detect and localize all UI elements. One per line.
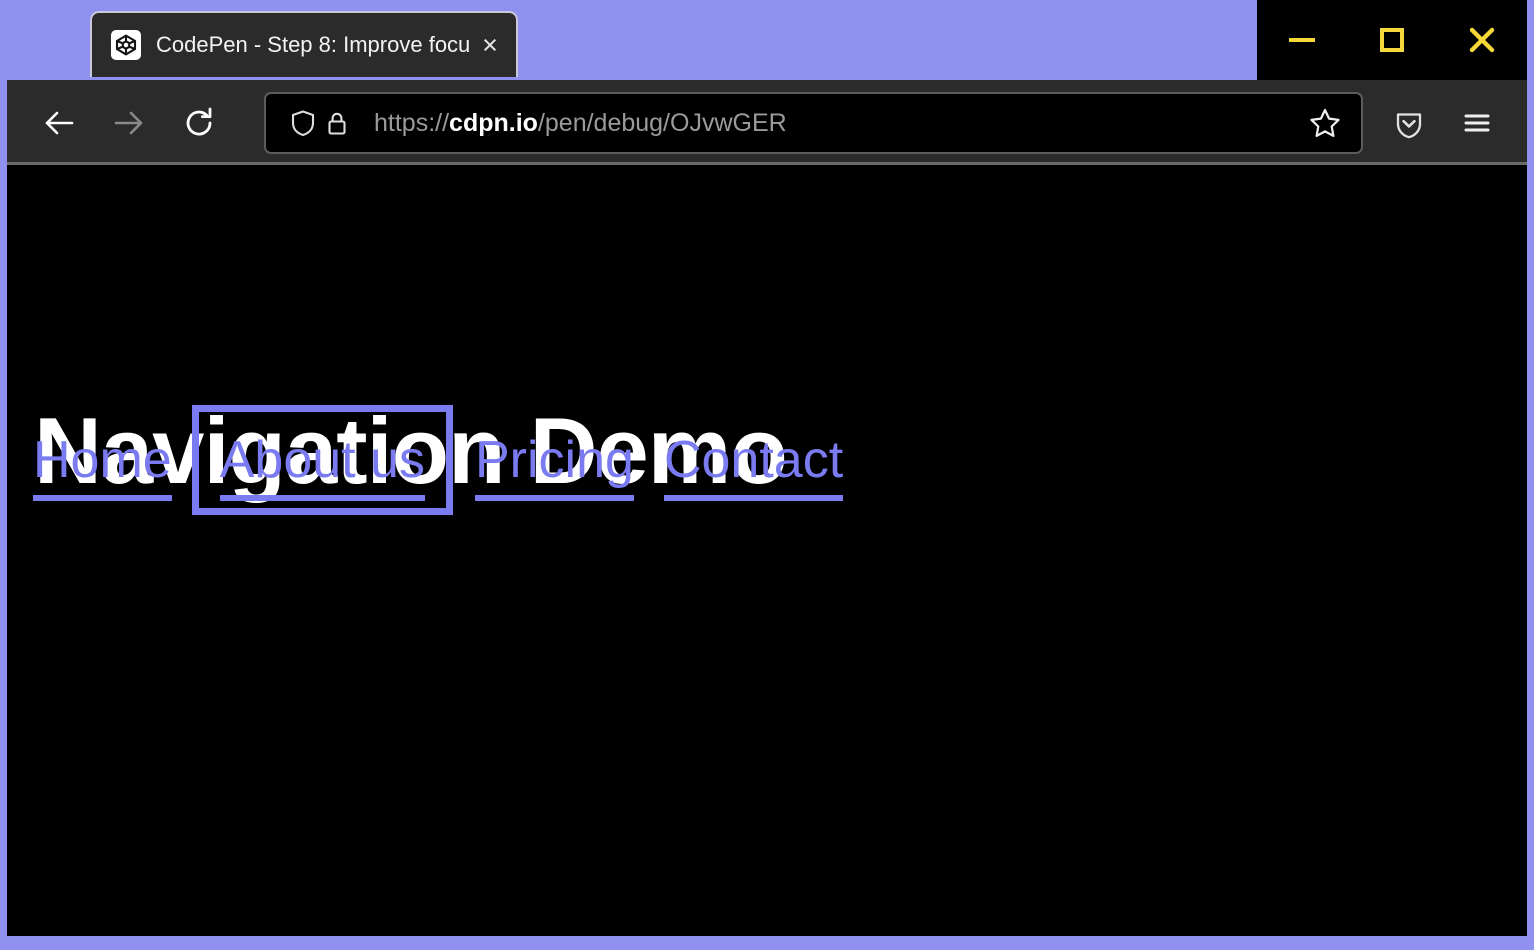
url-bar[interactable]: https://cdpn.io/pen/debug/OJvwGER [264, 92, 1363, 154]
nav-link-pricing[interactable]: Pricing [471, 429, 638, 491]
pocket-icon [1392, 106, 1426, 140]
url-path: /pen/debug/OJvwGER [538, 109, 787, 137]
tab-close-icon[interactable]: × [470, 23, 510, 67]
minimize-icon [1289, 38, 1315, 42]
maximize-icon [1380, 28, 1404, 52]
url-scheme: https:// [374, 109, 449, 137]
browser-window: CodePen - Step 8: Improve focus × + [0, 0, 1534, 950]
reload-button[interactable] [164, 92, 234, 154]
url-host: cdpn.io [449, 109, 538, 137]
browser-tab-active[interactable]: CodePen - Step 8: Improve focus × [90, 11, 518, 77]
hamburger-menu-button[interactable] [1443, 92, 1511, 154]
back-button[interactable] [24, 92, 94, 154]
reload-icon [180, 104, 218, 142]
nav-link-contact[interactable]: Contact [660, 429, 847, 491]
shield-icon[interactable] [286, 106, 320, 140]
maximize-button[interactable] [1353, 0, 1431, 80]
tab-strip-tabs: CodePen - Step 8: Improve focus × [0, 0, 1456, 80]
bookmark-star-icon[interactable] [1299, 97, 1351, 149]
close-button[interactable] [1443, 0, 1521, 80]
close-icon [1467, 25, 1497, 55]
page-content: Navigation Demo Home About us Pricing Co… [7, 165, 1527, 936]
nav-link-about-us[interactable]: About us [216, 429, 429, 491]
lock-icon[interactable] [320, 106, 354, 140]
minimize-button[interactable] [1263, 0, 1341, 80]
arrow-right-icon [110, 104, 148, 142]
arrow-left-icon [40, 104, 78, 142]
site-navigation: Home About us Pricing Contact [29, 429, 869, 491]
nav-link-home[interactable]: Home [29, 429, 176, 491]
pocket-button[interactable] [1375, 92, 1443, 154]
url-text: https://cdpn.io/pen/debug/OJvwGER [374, 108, 1299, 138]
codepen-icon [111, 30, 141, 60]
hamburger-menu-icon [1460, 106, 1494, 140]
window-controls [1257, 0, 1527, 80]
tab-title: CodePen - Step 8: Improve focus [156, 32, 470, 58]
forward-button[interactable] [94, 92, 164, 154]
navigation-toolbar: https://cdpn.io/pen/debug/OJvwGER [7, 80, 1527, 165]
